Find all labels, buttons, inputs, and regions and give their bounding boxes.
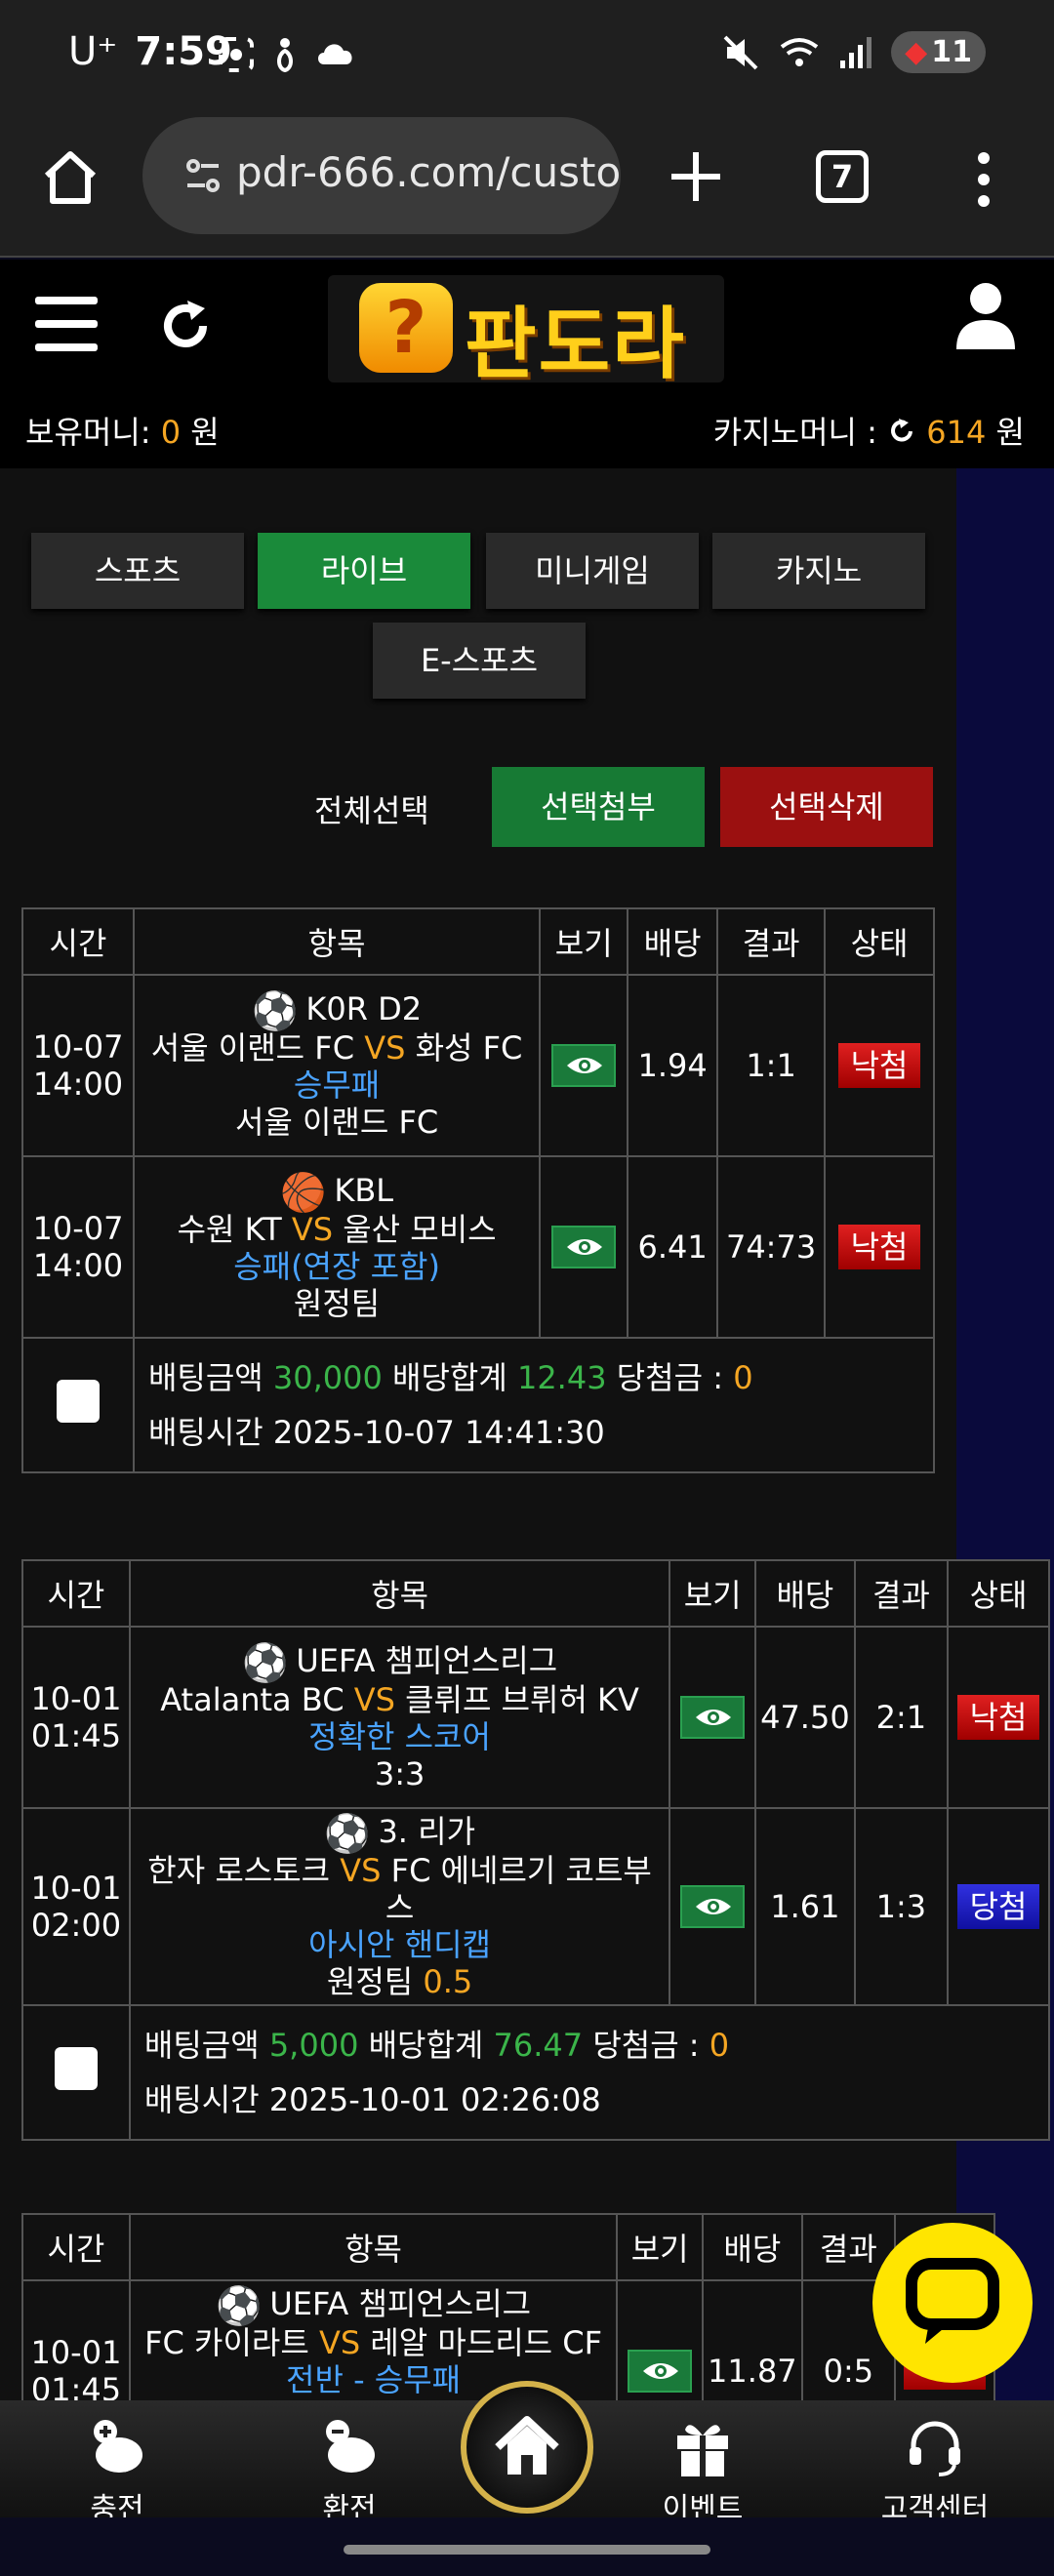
status-badge: 낙첨 <box>957 1695 1040 1740</box>
tab-esports[interactable]: E-스포츠 <box>373 623 586 699</box>
bet-item: ⚽ UEFA 챔피언스리그 Atalanta BC VS 클뤼프 브뤼허 KV 정… <box>128 1626 671 1809</box>
bet-pick: 서울 이랜드 FC <box>234 1104 439 1141</box>
accessibility-icon <box>277 38 293 73</box>
view-eye-icon[interactable] <box>680 1696 746 1739</box>
table-row: 10-01 02:00 ⚽ 3. 리가 한자 로스토크 VS FC 에네르기 코트부… <box>21 1807 1050 2006</box>
url-text: pdr-666.com/custo <box>236 148 621 196</box>
browser-home-icon[interactable] <box>39 146 101 209</box>
slip-summary-row: 배팅금액 30,000 배당합계 12.43 당첨금 : 0 배팅시간 2025… <box>21 1337 936 1473</box>
battery-level: 11 <box>931 35 972 69</box>
headset-icon <box>910 2421 960 2476</box>
tab-casino[interactable]: 카지노 <box>712 533 925 609</box>
new-tab-icon[interactable] <box>668 148 724 205</box>
col-time: 시간 <box>21 907 135 976</box>
table-row: 10-07 14:00 🏀 KBL 수원 KT VS 울산 모비스 승패(연장 포함… <box>21 1155 935 1339</box>
battery-indicator: ◆ 11 <box>891 31 986 73</box>
home-indicator[interactable] <box>344 2545 710 2555</box>
tab-sports[interactable]: 스포츠 <box>31 533 244 609</box>
carrier-label: U⁺ <box>68 29 118 74</box>
site-settings-icon[interactable] <box>183 156 223 195</box>
logo-text: 판도라 <box>465 299 686 389</box>
address-bar[interactable]: pdr-666.com/custo <box>142 117 621 234</box>
live-chat-button[interactable] <box>872 2223 1033 2383</box>
signal-icon <box>840 36 872 68</box>
cloud-icon <box>318 44 352 64</box>
soccer-ball-icon: ⚽ <box>242 1641 289 1684</box>
home-icon <box>495 2416 559 2475</box>
screenshot-icon <box>219 37 254 72</box>
bet-odds: 6.41 <box>627 1155 719 1339</box>
more-menu-icon[interactable] <box>974 150 993 209</box>
view-eye-icon[interactable] <box>551 1044 617 1087</box>
table-row: 10-01 01:45 ⚽ UEFA 챔피언스리그 Atalanta BC VS 클… <box>21 1626 1050 1809</box>
attach-selected-button[interactable]: 선택첨부 <box>492 767 705 847</box>
col-status: 상태 <box>824 907 935 976</box>
holding-money-value: 0 <box>160 414 182 451</box>
basketball-icon: 🏀 <box>280 1171 327 1214</box>
table-row: 10-07 14:00 ⚽ K0R D2 서울 이랜드 FC VS 화성 FC 승무… <box>21 974 935 1157</box>
bet-result: 74:73 <box>716 1155 827 1339</box>
gesture-bar <box>0 2517 1054 2576</box>
status-badge: 당첨 <box>957 1884 1040 1929</box>
soccer-ball-icon: ⚽ <box>324 1812 371 1855</box>
slip-checkbox[interactable] <box>54 2047 98 2090</box>
logo-badge: ? <box>359 283 453 373</box>
tab-minigame[interactable]: 미니게임 <box>486 533 699 609</box>
bet-slip: 시간 항목 보기 배당 결과 상태 10-01 01:45 ⚽ UEFA 챔피언스리… <box>21 1559 1051 2141</box>
col-result: 결과 <box>716 907 827 976</box>
view-eye-icon[interactable] <box>551 1226 617 1268</box>
view-eye-icon[interactable] <box>680 1885 746 1928</box>
tab-live[interactable]: 라이브 <box>258 533 470 609</box>
hamburger-menu-icon[interactable] <box>35 295 98 353</box>
soccer-ball-icon: ⚽ <box>215 2284 263 2327</box>
status-bar: U⁺ 7:59 ◆ 11 <box>0 0 1054 111</box>
col-view: 보기 <box>539 907 629 976</box>
slip-checkbox[interactable] <box>56 1380 100 1423</box>
browser-toolbar: pdr-666.com/custo 7 <box>0 111 1054 258</box>
site-header: ? 판도라 보유머니: 0 원 카지노머니 : 614 원 <box>0 260 1054 468</box>
bet-market: 승무패 <box>293 1067 381 1104</box>
view-eye-icon[interactable] <box>628 2350 693 2393</box>
bet-result: 1:1 <box>716 974 827 1157</box>
status-badge: 낙첨 <box>838 1225 921 1269</box>
col-odds: 배당 <box>627 907 719 976</box>
bet-pick: 원정팀 <box>293 1285 381 1322</box>
bet-datetime: 10-07 14:00 <box>21 974 135 1157</box>
col-item: 항목 <box>132 907 542 976</box>
site-logo[interactable]: ? 판도라 <box>328 275 724 389</box>
piggy-plus-icon <box>94 2420 142 2473</box>
casino-refresh-icon[interactable] <box>887 417 916 446</box>
delete-selected-button[interactable]: 선택삭제 <box>720 767 933 847</box>
slip-summary-row: 배팅금액 5,000 배당합계 76.47 당첨금 : 0 배팅시간 2025-… <box>21 2004 1051 2141</box>
casino-money-value: 614 <box>926 414 987 451</box>
casino-money: 카지노머니 : 614 원 <box>712 414 1025 451</box>
nav-home-button[interactable] <box>461 2381 593 2514</box>
piggy-minus-icon <box>326 2420 375 2473</box>
chat-icon <box>906 2258 999 2344</box>
bet-odds: 1.94 <box>627 974 719 1157</box>
bet-item: ⚽ K0R D2 서울 이랜드 FC VS 화성 FC 승무패 서울 이랜드 FC <box>132 974 542 1157</box>
slip-summary: 배팅금액 5,000 배당합계 76.47 당첨금 : 0 배팅시간 2025-… <box>128 2004 1051 2141</box>
user-profile-icon[interactable] <box>954 281 1017 351</box>
bet-item: ⚽ 3. 리가 한자 로스토크 VS FC 에네르기 코트부스 아시안 핸디캡 원… <box>128 1807 671 2006</box>
refresh-icon[interactable] <box>156 297 215 355</box>
slip-summary: 배팅금액 30,000 배당합계 12.43 당첨금 : 0 배팅시간 2025… <box>132 1337 936 1473</box>
bet-market: 승패(연장 포함) <box>233 1248 440 1285</box>
select-all-label[interactable]: 전체선택 <box>314 786 429 831</box>
gift-icon <box>677 2425 728 2476</box>
status-badge: 낙첨 <box>838 1043 921 1088</box>
soccer-ball-icon: ⚽ <box>252 989 299 1032</box>
holding-money: 보유머니: 0 원 <box>25 414 220 451</box>
tab-switcher-button[interactable]: 7 <box>816 150 869 203</box>
bet-datetime: 10-07 14:00 <box>21 1155 135 1339</box>
mute-icon <box>723 35 758 69</box>
bet-item: 🏀 KBL 수원 KT VS 울산 모비스 승패(연장 포함) 원정팀 <box>132 1155 542 1339</box>
wifi-icon <box>780 37 819 66</box>
bet-slip: 시간 항목 보기 배당 결과 상태 10-07 14:00 ⚽ K0R D2 서울 … <box>21 907 936 1473</box>
